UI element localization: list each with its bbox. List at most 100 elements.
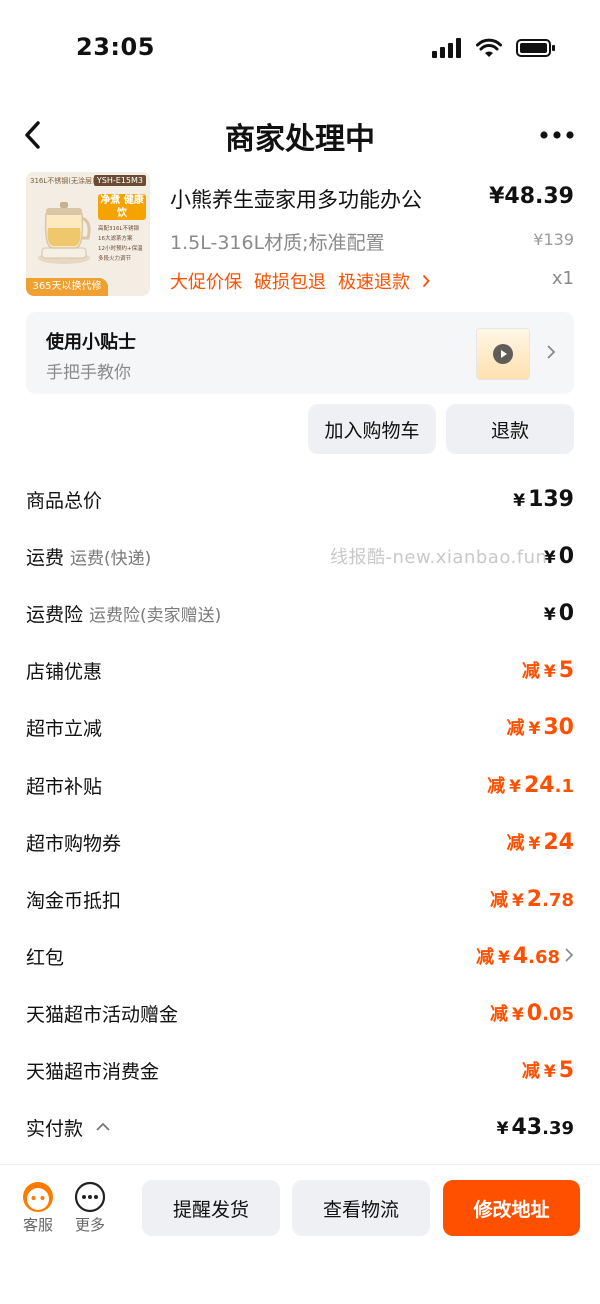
watermark: 线报酷-new.xianbao.fun [330,547,548,568]
remind-shipping-button[interactable]: 提醒发货 [142,1180,280,1236]
more-label: 更多 [74,1216,105,1234]
price-row-label: 店铺优惠 [26,657,102,684]
play-icon [493,344,513,364]
price-row: 超市补贴 减 ¥24.1 [26,765,574,805]
add-to-cart-button[interactable]: 加入购物车 [308,404,436,454]
price-row-label: 天猫超市消费金 [26,1057,159,1084]
price-row: 天猫超市活动赠金 减 ¥0.05 [26,993,574,1033]
thumb-top-text: 316L不锈钢(无涂层) [30,177,95,185]
thumb-feature: 12小时预约+保温 [98,246,143,252]
price-row: 商品总价 ¥139 [26,479,574,519]
product-thumbnail[interactable]: 316L不锈钢(无涂层) YSH-E15M3 净煮 健康饮 高配316L不锈钢 … [26,172,150,296]
amount-integer: 2 [526,887,543,912]
amount-integer: 5 [558,1058,574,1083]
chevron-right-icon [565,948,574,962]
row-label-text: 超市立减 [26,717,103,740]
row-sublabel: 运费(快递) [70,548,152,569]
discount-prefix: 减 [475,947,494,968]
price-row-value: 减 ¥4.68 [476,943,574,969]
thumb-feature: 高配316L不锈钢 [98,226,140,232]
amount-integer: 24 [543,830,574,855]
price-row-value: 减 ¥24 [507,829,574,855]
row-label-text: 超市购物券 [26,832,122,855]
tips-subtitle: 手把手教你 [46,363,131,383]
amount-integer: 43 [511,1114,543,1140]
currency-symbol: ¥ [511,891,524,911]
signal-icon [432,38,461,58]
currency-symbol: ¥ [511,1005,524,1025]
view-logistics-button[interactable]: 查看物流 [292,1180,430,1236]
chevron-right-icon [547,345,556,359]
price-row-value: ¥43.39 [497,1115,574,1140]
battery-icon [516,39,555,57]
price-row-value: ¥0 [544,544,574,569]
amount-decimal: .78 [542,890,574,911]
row-label-text: 运费险 [26,603,84,626]
discount-prefix: 减 [487,776,506,797]
price-row: 天猫超市消费金 减 ¥5 [26,1050,574,1090]
currency-symbol: ¥ [543,1062,556,1082]
bottom-divider [0,1164,600,1165]
thumb-feature: 多段火力调节 [98,256,132,262]
customer-service-button[interactable]: 客服 [18,1180,58,1235]
currency-symbol: ¥ [497,948,510,968]
more-button[interactable]: 更多 [70,1180,110,1235]
price-row[interactable]: 实付款 ¥43.39 [26,1107,574,1147]
price-row[interactable]: 红包 减 ¥4.68 [26,936,574,976]
price-row: 店铺优惠 减 ¥5 [26,650,574,690]
chevron-right-icon [422,274,430,288]
product-original-price: ¥139 [533,230,574,249]
price-row: 超市立减 减 ¥30 [26,707,574,747]
refund-button[interactable]: 退款 [446,404,574,454]
amount-integer: 5 [558,658,574,683]
price-row-label: 运费 运费(快递) [26,543,151,570]
price-row-label: 红包 [26,943,64,970]
amount-decimal: .39 [542,1117,574,1139]
discount-prefix: 减 [506,718,525,739]
more-options-icon[interactable] [540,130,574,140]
thumb-badge: 净煮 健康饮 [98,194,146,220]
row-label-text: 商品总价 [26,489,103,512]
price-row-label: 超市补贴 [26,772,102,799]
tips-title: 使用小贴士 [46,332,136,353]
price-row: 淘金币抵扣 减 ¥2.78 [26,879,574,919]
discount-prefix: 减 [489,890,508,911]
price-row-value: 减 ¥0.05 [490,1000,574,1026]
tips-card[interactable]: 使用小贴士 手把手教你 [26,312,574,394]
kettle-image-icon [38,202,91,264]
row-label-text: 超市补贴 [26,775,103,798]
tips-video-thumbnail[interactable] [476,328,530,380]
customer-service-icon [23,1182,53,1212]
price-row-label: 商品总价 [26,486,102,513]
product-price: ¥48.39 [489,184,574,209]
price-row-value: ¥0 [544,601,574,626]
product-service-tags[interactable]: 大促价保 破损包退 极速退款 [170,268,430,294]
service-tag: 极速退款 [338,272,410,293]
amount-decimal: .68 [528,947,560,968]
currency-symbol: ¥ [528,834,541,854]
discount-prefix: 减 [489,1004,508,1025]
discount-prefix: 减 [521,1061,540,1082]
product-name[interactable]: 小熊养生壶家用多功能办公 [170,184,422,214]
status-time: 23:05 [76,33,155,61]
change-address-button[interactable]: 修改地址 [443,1180,580,1236]
amount-decimal: .05 [542,1004,574,1025]
amount-integer: 30 [543,715,574,740]
price-row-value: 减 ¥5 [522,1057,574,1083]
row-label-text: 实付款 [26,1117,84,1140]
caret-up-icon [96,1122,110,1131]
thumb-feature: 16大滤茶方案 [98,236,133,242]
thumb-guarantee: 365天以换代修 [26,278,108,296]
currency-symbol: ¥ [513,490,526,511]
thumb-features: 高配316L不锈钢 16大滤茶方案 12小时预约+保温 多段火力调节 [98,224,148,264]
price-row: 运费险 运费险(卖家赠送) ¥0 [26,593,574,633]
status-icons [432,38,556,58]
more-icon [74,1181,106,1213]
price-row-label: 实付款 [26,1114,111,1141]
price-row-value: 减 ¥5 [522,657,574,683]
product-quantity: x1 [551,268,574,289]
price-row-value: 减 ¥2.78 [490,886,574,912]
currency-symbol: ¥ [543,604,556,625]
customer-service-label: 客服 [22,1216,53,1234]
product-spec: 1.5L-316L材质;标准配置 [170,232,385,254]
